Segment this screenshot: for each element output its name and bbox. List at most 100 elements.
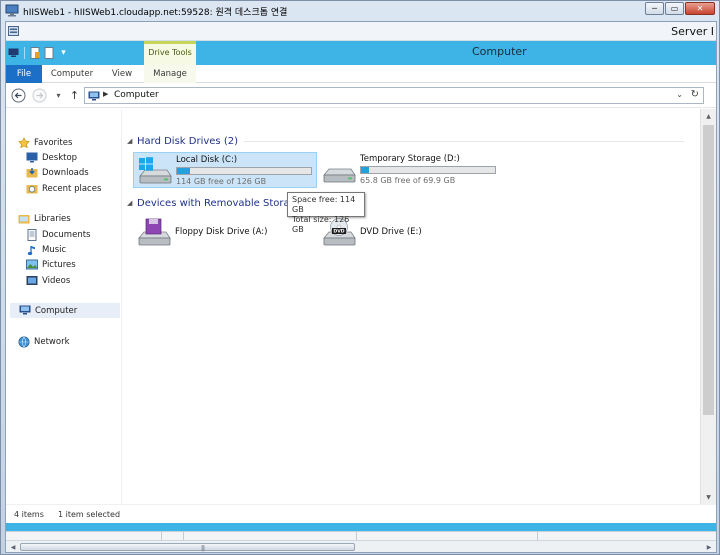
nav-videos-label: Videos	[42, 275, 71, 286]
drive-local-disk-c[interactable]: Local Disk (C:) 114 GB free of 126 GB	[133, 152, 317, 188]
nav-downloads-label: Downloads	[42, 167, 89, 178]
window-title: Computer	[472, 45, 527, 58]
scroll-grip-icon: |||	[201, 545, 205, 552]
tab-view[interactable]: View	[104, 65, 140, 83]
horizontal-scroll-thumb[interactable]: |||	[20, 543, 355, 552]
computer-icon	[19, 305, 31, 317]
drive-c-free-space: 114 GB free of 126 GB	[176, 177, 267, 186]
toolbar-separator	[24, 47, 25, 59]
pictures-icon	[26, 259, 38, 271]
drive-tools-context-label: Drive Tools	[144, 41, 196, 65]
address-bar[interactable]: ▶ Computer ⌄ ↻	[84, 87, 704, 104]
properties-icon[interactable]	[30, 47, 41, 59]
rdp-title-text: hIISWeb1 - hIISWeb1.cloudapp.net:59528: …	[23, 8, 288, 18]
nav-computer-label: Computer	[35, 305, 78, 316]
nav-network[interactable]: Network	[18, 334, 131, 349]
scroll-left-button[interactable]: ◀	[7, 542, 19, 552]
nav-libraries[interactable]: Libraries	[18, 211, 131, 226]
windows-drive-icon	[139, 157, 172, 184]
drive-c-name: Local Disk (C:)	[176, 155, 238, 165]
music-icon	[26, 244, 38, 256]
refresh-icon[interactable]: ↻	[691, 89, 699, 100]
nav-desktop-label: Desktop	[42, 152, 78, 163]
minimize-button[interactable]: ─	[645, 2, 664, 15]
nav-recent-places-label: Recent places	[42, 183, 102, 194]
tooltip-total-size: Total size: 126 GB	[292, 215, 350, 234]
status-bar: 4 items 1 item selected	[6, 504, 716, 523]
group-hard-disk-drives-title: Hard Disk Drives (2)	[137, 135, 238, 147]
device-floppy-name: Floppy Disk Drive (A:)	[175, 227, 268, 237]
breadcrumb-computer[interactable]: Computer	[114, 90, 159, 100]
drive-d-name: Temporary Storage (D:)	[360, 154, 460, 164]
new-folder-icon[interactable]	[44, 47, 55, 59]
collapse-arrow-icon[interactable]: ◢	[127, 137, 137, 145]
drive-temporary-storage-d[interactable]: Temporary Storage (D:) 65.8 GB free of 6…	[318, 152, 502, 188]
bottom-cell-strip	[6, 531, 716, 541]
back-arrow-icon	[11, 88, 26, 103]
recent-places-icon	[26, 183, 38, 195]
group-removable-storage[interactable]: ◢ Devices with Removable Stora	[127, 196, 290, 210]
group-hard-disk-drives[interactable]: ◢ Hard Disk Drives (2)	[127, 134, 684, 148]
drive-c-usage-fill	[177, 168, 190, 174]
forward-arrow-icon	[32, 88, 47, 103]
status-item-count: 4 items	[14, 510, 44, 519]
scroll-down-button[interactable]: ▼	[701, 490, 716, 504]
drive-space-tooltip: Space free: 114 GB Total size: 126 GB	[287, 192, 365, 234]
nav-computer[interactable]: Computer	[10, 303, 120, 318]
scroll-up-button[interactable]: ▲	[701, 109, 716, 123]
back-button[interactable]	[11, 88, 26, 103]
nav-favorites[interactable]: Favorites	[18, 135, 131, 150]
computer-icon[interactable]	[8, 47, 19, 59]
tab-computer[interactable]: Computer	[50, 65, 94, 83]
nav-favorites-label: Favorites	[34, 137, 73, 148]
server-manager-bar: Server I	[6, 22, 716, 41]
status-selected-count: 1 item selected	[58, 510, 121, 519]
device-dvd-name: DVD Drive (E:)	[360, 227, 422, 237]
navigation-bar: ▾ ↑ ▶ Computer ⌄ ↻	[6, 84, 716, 108]
vertical-scrollbar[interactable]: ▲ ▼	[700, 109, 716, 504]
horizontal-scrollbar[interactable]: ◀ ||| ▶	[6, 540, 716, 552]
navigation-pane: Favorites Desktop Downloads Recent place…	[6, 109, 121, 504]
explorer-title-bar: ▾ Drive Tools Computer	[6, 41, 716, 65]
hard-drive-icon	[323, 168, 356, 183]
tab-manage[interactable]: Manage	[144, 65, 196, 83]
nav-network-label: Network	[34, 336, 70, 347]
ribbon-tabs: File Computer View Manage	[6, 65, 716, 83]
breadcrumb-arrow-icon[interactable]: ▶	[103, 90, 108, 98]
drive-c-usage-bar	[176, 167, 312, 175]
server-manager-label: Server I	[671, 25, 714, 38]
tab-file[interactable]: File	[6, 65, 42, 83]
drive-d-usage-fill	[361, 167, 369, 173]
server-manager-icon[interactable]	[8, 26, 19, 36]
device-floppy-a[interactable]: Floppy Disk Drive (A:)	[133, 215, 317, 251]
floppy-drive-icon	[138, 218, 171, 246]
nav-libraries-label: Libraries	[34, 213, 71, 224]
bottom-accent-strip	[6, 523, 716, 531]
remote-desktop-icon	[5, 4, 19, 17]
address-dropdown-icon[interactable]: ⌄	[676, 90, 683, 99]
libraries-icon	[18, 213, 30, 225]
group-divider-line	[243, 140, 684, 142]
recent-locations-button[interactable]: ▾	[51, 88, 66, 103]
star-icon	[18, 136, 30, 149]
documents-icon	[26, 228, 38, 241]
nav-documents-label: Documents	[42, 229, 91, 240]
collapse-arrow-icon[interactable]: ◢	[127, 199, 137, 207]
drive-d-usage-bar	[360, 166, 496, 174]
close-button[interactable]: ✕	[685, 2, 715, 15]
remote-session-area: Server I ▾ Drive Tools Computer File Com…	[5, 21, 717, 553]
desktop-icon	[26, 152, 38, 164]
content-pane: ◢ Hard Disk Drives (2) Local Disk (C:) 1…	[122, 109, 700, 504]
scroll-right-button[interactable]: ▶	[703, 542, 715, 552]
network-icon	[18, 336, 30, 348]
rdp-window: hIISWeb1 - hIISWeb1.cloudapp.net:59528: …	[0, 0, 720, 555]
drive-d-free-space: 65.8 GB free of 69.9 GB	[360, 176, 456, 185]
scroll-thumb[interactable]	[703, 125, 714, 415]
up-button[interactable]: ↑	[67, 88, 82, 103]
forward-button[interactable]	[32, 88, 47, 103]
nav-music-label: Music	[42, 244, 67, 255]
restore-button[interactable]: ▭	[665, 2, 684, 15]
computer-icon	[88, 91, 100, 101]
qat-dropdown-icon[interactable]: ▾	[58, 47, 69, 59]
nav-pictures-label: Pictures	[42, 259, 76, 270]
